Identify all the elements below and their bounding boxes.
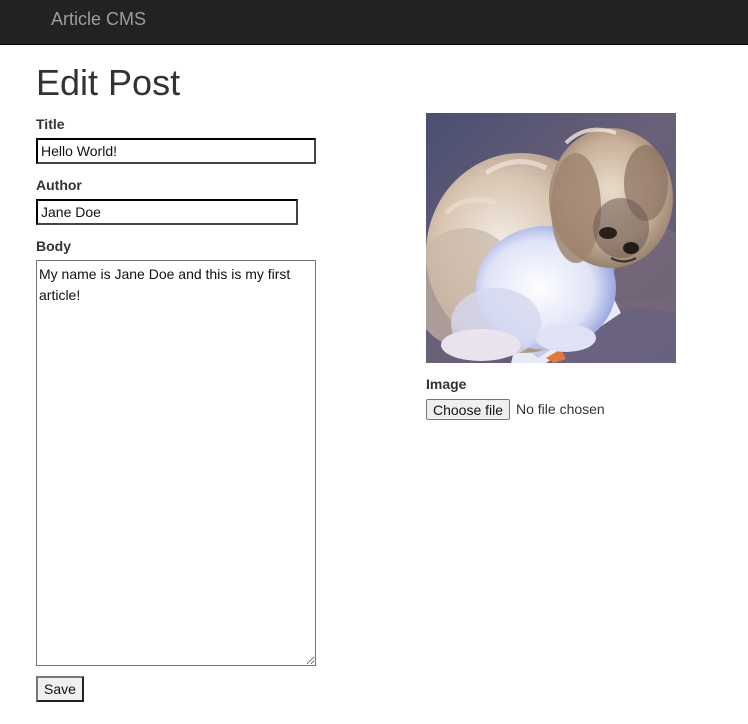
navbar: Article CMS	[0, 0, 748, 45]
dog-photo-icon	[426, 113, 676, 363]
author-label: Author	[36, 177, 82, 193]
brand-link[interactable]: Article CMS	[51, 9, 146, 30]
save-button[interactable]: Save	[36, 676, 84, 702]
image-label: Image	[426, 376, 467, 392]
author-input[interactable]	[36, 199, 298, 225]
title-label: Title	[36, 116, 65, 132]
image-preview	[426, 113, 676, 363]
page-title: Edit Post	[36, 62, 181, 103]
body-textarea[interactable]: My name is Jane Doe and this is my first…	[36, 260, 316, 666]
choose-file-button[interactable]: Choose file	[426, 399, 511, 420]
title-input[interactable]	[36, 138, 316, 164]
file-status-text: No file chosen	[516, 401, 605, 417]
body-label: Body	[36, 238, 71, 254]
